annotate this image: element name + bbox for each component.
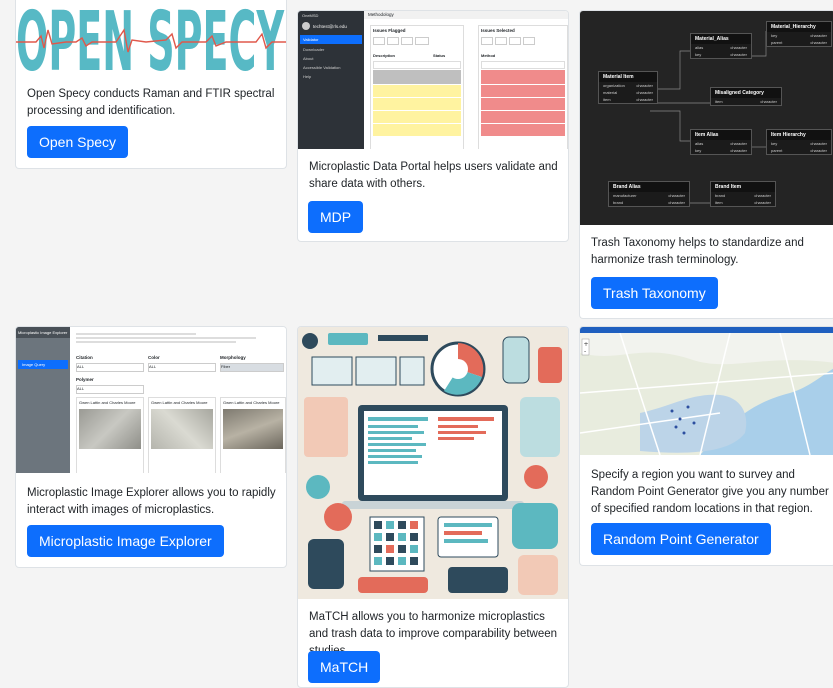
mdp-panel-left: Issues Flagged Description Status bbox=[370, 25, 464, 149]
open-specy-logo: OPEN SPECY bbox=[16, 0, 286, 76]
trash-taxonomy-description: Trash Taxonomy helps to standardize and … bbox=[591, 237, 804, 266]
node-brand-alias: Brand Alias manufacturer character brand c… bbox=[608, 181, 690, 207]
map-zoom-controls[interactable]: + - bbox=[581, 338, 590, 356]
random-point-map: Random Point Generator + - bbox=[580, 327, 833, 455]
mdp-nav-item: Validator bbox=[300, 35, 362, 44]
mdp-screenshot: OneMSD techtest@rls.edu Validator Downlo… bbox=[298, 11, 568, 149]
ie-sidebar: Microplastic Image Explorer Image Query bbox=[16, 327, 70, 473]
ie-image-card: Gwen Lattin and Charles Moore bbox=[76, 397, 144, 473]
svg-text:-: - bbox=[584, 349, 586, 356]
mdp-topbar: Methodology bbox=[364, 11, 568, 19]
ie-filter-color: Color bbox=[148, 355, 160, 360]
mdp-panel-left-title: Issues Flagged bbox=[373, 28, 406, 33]
ie-image-card: Gwen Lattin and Charles Moore bbox=[220, 397, 286, 473]
mdp-nav-item: Accessible Validation bbox=[303, 65, 341, 70]
ie-nav-item: Image Query bbox=[18, 360, 68, 369]
rpg-map-graphic: + - bbox=[580, 333, 833, 455]
ie-filter-polymer: Polymer bbox=[76, 377, 94, 382]
image-explorer-button[interactable]: Microplastic Image Explorer bbox=[27, 525, 224, 557]
node-material-alias: Material_Alias alias character key charact… bbox=[690, 33, 752, 59]
node-misaligned-category: Misaligned Category item character bbox=[710, 87, 782, 106]
random-point-button[interactable]: Random Point Generator bbox=[591, 523, 771, 555]
ie-select-color: ALL bbox=[148, 363, 216, 372]
mdp-nav-item: About bbox=[303, 56, 314, 61]
random-point-description: Specify a region you want to survey and … bbox=[591, 469, 829, 515]
mdp-nav-item: Help bbox=[303, 74, 312, 79]
avatar-icon bbox=[302, 22, 310, 30]
open-specy-logo-text: OPEN SPECY bbox=[16, 0, 285, 76]
mdp-col-method: Method bbox=[481, 53, 496, 58]
open-specy-button[interactable]: Open Specy bbox=[27, 126, 129, 158]
mdp-description: Microplastic Data Portal helps users val… bbox=[309, 161, 558, 190]
mdp-nav-item: Downloader bbox=[303, 47, 325, 52]
card-open-specy: OPEN SPECY Open Specy conducts Raman and… bbox=[15, 0, 287, 169]
ie-select-morphology: Fiber bbox=[220, 363, 284, 372]
mdp-sidebar: OneMSD techtest@rls.edu Validator Downlo… bbox=[298, 11, 364, 149]
node-item-hierarchy: Item Hierarchy key character parent charac… bbox=[766, 129, 832, 155]
mdp-app-name: OneMSD bbox=[302, 13, 319, 18]
card-mdp: OneMSD techtest@rls.edu Validator Downlo… bbox=[297, 10, 569, 242]
mdp-title: Methodology bbox=[368, 12, 394, 17]
svg-text:+: + bbox=[584, 341, 589, 348]
open-specy-description: Open Specy conducts Raman and FTIR spect… bbox=[27, 88, 275, 117]
ie-select-polymer: ALL bbox=[76, 385, 144, 394]
mdp-user: techtest@rls.edu bbox=[313, 23, 347, 29]
open-specy-logo-graphic: OPEN SPECY bbox=[16, 0, 286, 76]
match-illustration bbox=[298, 327, 568, 599]
ie-image-card: Gwen Lattin and Charles Moore bbox=[148, 397, 216, 473]
image-explorer-screenshot: Microplastic Image Explorer Image Query … bbox=[16, 327, 286, 473]
card-match: MaTCH allows you to harmonize microplast… bbox=[297, 326, 569, 688]
ie-filter-citation: Citation bbox=[76, 355, 93, 360]
ie-app-name: Microplastic Image Explorer bbox=[16, 327, 70, 338]
match-button[interactable]: MaTCH bbox=[308, 651, 381, 683]
trash-taxonomy-diagram: Material_Alias alias character key charact… bbox=[580, 11, 833, 225]
node-item-alias: Item Alias alias character key character bbox=[690, 129, 752, 155]
card-image-explorer: Microplastic Image Explorer Image Query … bbox=[15, 326, 287, 568]
match-illustration-graphic bbox=[298, 327, 568, 599]
node-material-hierarchy: Material_Hierarchy key character parent ch… bbox=[766, 21, 832, 47]
card-trash-taxonomy: Material_Alias alias character key charact… bbox=[579, 10, 833, 319]
mdp-col-description: Description bbox=[373, 53, 396, 58]
ie-select-citation: ALL bbox=[76, 363, 144, 372]
mdp-panel-right: Issues Selected Method bbox=[478, 25, 568, 149]
mdp-button[interactable]: MDP bbox=[308, 201, 364, 233]
node-brand-item: Brand Item brand character item character bbox=[710, 181, 776, 207]
trash-taxonomy-button[interactable]: Trash Taxonomy bbox=[591, 277, 718, 309]
node-material-item: Material Item organization character mate… bbox=[598, 71, 658, 104]
mdp-col-status: Status bbox=[433, 53, 446, 58]
card-random-point: Random Point Generator + - bbox=[579, 326, 833, 566]
mdp-panel-right-title: Issues Selected bbox=[481, 28, 515, 33]
ie-filter-morphology: Morphology bbox=[220, 355, 246, 360]
image-explorer-description: Microplastic Image Explorer allows you t… bbox=[27, 487, 276, 516]
